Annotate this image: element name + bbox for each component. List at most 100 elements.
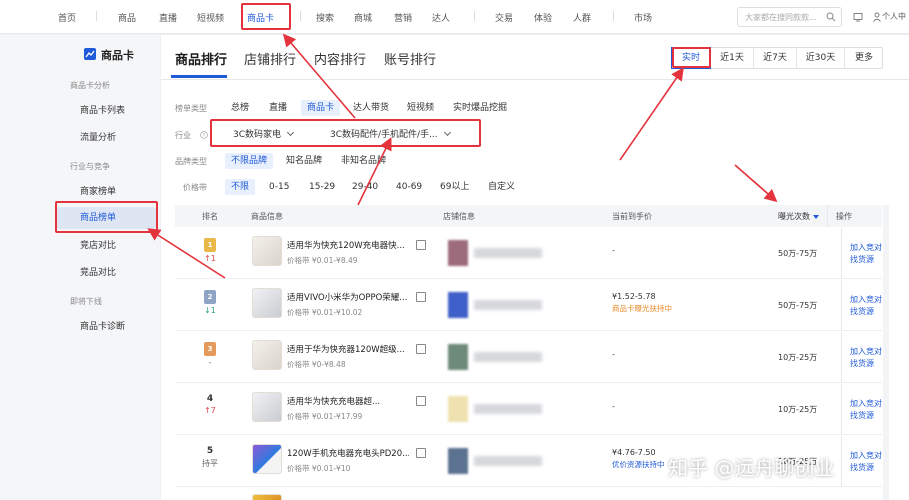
table-row[interactable] (175, 488, 882, 500)
add-competitor-link[interactable]: 加入竞对 (850, 398, 896, 410)
brand-option[interactable]: 知名品牌 (280, 153, 328, 169)
price-option[interactable]: 29-40 (346, 179, 384, 195)
list-type-option[interactable]: 实时爆品挖掘 (447, 100, 513, 116)
tab-account-ranking[interactable]: 账号排行 (384, 49, 436, 68)
list-type-option[interactable]: 达人带货 (347, 100, 395, 116)
column-exposure[interactable]: 曝光次数 (778, 211, 819, 222)
table-row[interactable]: 4 ↑7 适用华为快充充电器超... 价格带 ¥0.01-¥17.99 - 10… (175, 384, 882, 435)
qrcode-icon[interactable] (416, 292, 426, 302)
column-ops-header: 操作 (827, 205, 882, 227)
price-option[interactable]: 40-69 (390, 179, 428, 195)
add-competitor-link[interactable]: 加入竞对 (850, 294, 896, 306)
sort-desc-icon[interactable] (813, 215, 819, 219)
price-option[interactable]: 自定义 (482, 179, 521, 195)
help-icon[interactable]: ? (200, 131, 208, 139)
find-source-link[interactable]: 找货源 (850, 306, 896, 318)
qrcode-icon[interactable] (416, 396, 426, 406)
nav-influencer[interactable]: 达人 (432, 11, 450, 24)
qrcode-icon[interactable] (416, 344, 426, 354)
find-source-link[interactable]: 找货源 (850, 410, 896, 422)
product-thumbnail[interactable] (252, 340, 282, 370)
search-input[interactable]: 大家都在搜同款款... (737, 7, 842, 27)
sidebar-item-merchant-ranking[interactable]: 商家榜单 (56, 181, 156, 203)
current-price: ¥4.76-7.50 优价资源扶持中 (612, 448, 665, 470)
product-thumbnail[interactable] (252, 288, 282, 318)
sidebar-item-traffic-analysis[interactable]: 流量分析 (56, 127, 156, 149)
current-price: - (612, 246, 615, 255)
tab-store-ranking[interactable]: 店铺排行 (244, 49, 296, 68)
sidebar-item-store-compare[interactable]: 竞店对比 (56, 235, 156, 257)
rank-change: 持平 (202, 459, 218, 468)
user-icon[interactable] (873, 12, 881, 22)
brand-filter: 品牌类型 不限品牌 知名品牌 非知名品牌 (175, 153, 875, 171)
nav-home[interactable]: 首页 (58, 11, 76, 24)
add-competitor-link[interactable]: 加入竞对 (850, 450, 896, 462)
annotation-box-industry (210, 119, 481, 147)
nav-search[interactable]: 搜索 (316, 11, 334, 24)
find-source-link[interactable]: 找货源 (850, 358, 896, 370)
nav-divider (96, 11, 97, 21)
price-option[interactable]: 15-29 (303, 179, 341, 195)
rank-cell: 1 ↑1 (197, 238, 223, 263)
table-scrollbar[interactable] (883, 205, 889, 500)
product-thumbnail[interactable] (252, 444, 282, 474)
list-type-option[interactable]: 总榜 (225, 100, 255, 116)
tab-content-ranking[interactable]: 内容排行 (314, 49, 366, 68)
search-placeholder: 大家都在搜同款款... (745, 13, 817, 22)
price-option[interactable]: 0-15 (263, 179, 295, 195)
table-row[interactable]: 3 - 适用于华为快充器120W超级... 价格带 ¥0-¥8.48 - 10万… (175, 332, 882, 383)
time-more-button[interactable]: 更多 (845, 48, 883, 68)
search-icon[interactable] (826, 12, 836, 22)
add-competitor-link[interactable]: 加入竞对 (850, 346, 896, 358)
nav-marketing[interactable]: 营销 (394, 11, 412, 24)
list-type-option-active[interactable]: 商品卡 (301, 100, 341, 116)
brand-option[interactable]: 非知名品牌 (335, 153, 392, 169)
nav-mall[interactable]: 商城 (354, 11, 372, 24)
product-thumbnail[interactable] (252, 494, 282, 500)
product-price-range: 价格带 ¥0.01-¥10.02 (287, 308, 363, 317)
find-source-link[interactable]: 找货源 (850, 462, 896, 474)
list-type-filter: 榜单类型 总榜 直播 商品卡 达人带货 短视频 实时爆品挖掘 (175, 100, 875, 118)
table-row[interactable]: 2 ↓1 适用VIVO小米华为OPPO荣耀... 价格带 ¥0.01-¥10.0… (175, 280, 882, 331)
nav-short-video[interactable]: 短视频 (197, 11, 224, 24)
product-name[interactable]: 适用华为快充120W充电器快... (287, 239, 409, 251)
sidebar-item-product-compare[interactable]: 竞品对比 (56, 262, 156, 284)
silver-medal-icon: 2 (204, 290, 216, 304)
current-price-value: ¥1.52-5.78 (612, 292, 656, 301)
brand-option-active[interactable]: 不限品牌 (225, 153, 274, 169)
product-thumbnail[interactable] (252, 392, 282, 422)
tab-product-ranking[interactable]: 商品排行 (175, 49, 227, 68)
qrcode-icon[interactable] (416, 448, 426, 458)
time-30day-button[interactable]: 近30天 (797, 48, 845, 68)
sidebar-item-product-card-list[interactable]: 商品卡列表 (56, 100, 156, 122)
nav-live[interactable]: 直播 (159, 11, 177, 24)
user-menu[interactable]: 个人中 (882, 11, 906, 22)
add-competitor-link[interactable]: 加入竞对 (850, 242, 896, 254)
rank-change: ↓1 (204, 306, 216, 315)
product-name[interactable]: 适用VIVO小米华为OPPO荣耀... (287, 291, 409, 303)
product-thumbnail[interactable] (252, 236, 282, 266)
nav-audience[interactable]: 人群 (573, 11, 591, 24)
list-type-option[interactable]: 短视频 (401, 100, 440, 116)
product-name[interactable]: 适用华为快充充电器超... (287, 395, 409, 407)
list-type-option[interactable]: 直播 (263, 100, 293, 116)
promotion-tag: 优价资源扶持中 (612, 460, 665, 469)
price-option-active[interactable]: 不限 (225, 179, 256, 195)
qrcode-icon[interactable] (416, 240, 426, 250)
nav-product[interactable]: 商品 (118, 11, 136, 24)
nav-experience[interactable]: 体验 (534, 11, 552, 24)
price-option[interactable]: 69以上 (434, 179, 475, 195)
message-icon[interactable] (853, 12, 863, 22)
column-ops: 操作 (836, 212, 852, 221)
nav-trade[interactable]: 交易 (495, 11, 513, 24)
product-name[interactable]: 适用于华为快充器120W超级... (287, 343, 409, 355)
nav-market[interactable]: 市场 (634, 11, 652, 24)
table-row[interactable]: 1 ↑1 适用华为快充120W充电器快... 价格带 ¥0.01-¥8.49 -… (175, 228, 882, 279)
sidebar-item-product-card-diagnosis[interactable]: 商品卡诊断 (56, 316, 156, 338)
product-name[interactable]: 120W手机充电器充电头PD20... (287, 447, 409, 459)
find-source-link[interactable]: 找货源 (850, 254, 896, 266)
current-price: - (612, 402, 615, 411)
time-1day-button[interactable]: 近1天 (711, 48, 754, 68)
time-7day-button[interactable]: 近7天 (754, 48, 797, 68)
store-info-blurred (448, 240, 544, 266)
